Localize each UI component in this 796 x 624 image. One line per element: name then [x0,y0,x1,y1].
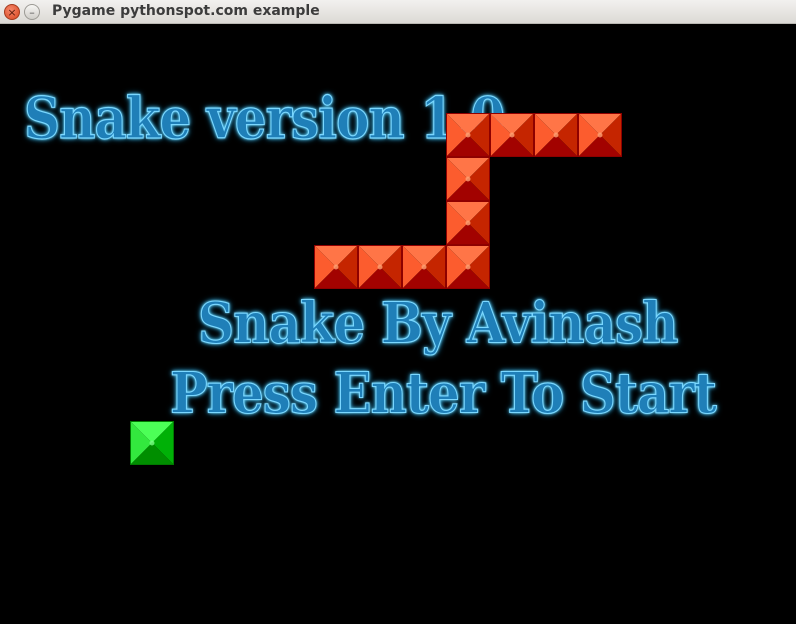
close-icon[interactable]: × [4,4,20,20]
snake-segment [402,245,446,289]
snake-segment [446,245,490,289]
snake-segment [446,113,490,157]
start-prompt: Press Enter To Start [170,359,718,427]
snake-segment [578,113,622,157]
snake-segment [446,201,490,245]
game-window: × – Pygame pythonspot.com example Snake … [0,0,796,624]
snake-segment [534,113,578,157]
game-canvas[interactable]: Snake version 1.0 Snake By Avinash Press… [0,24,796,624]
credit-text: Snake By Avinash [198,289,680,357]
snake-segment [314,245,358,289]
snake-segment [490,113,534,157]
title-bar: × – Pygame pythonspot.com example [0,0,796,24]
minimize-icon[interactable]: – [24,4,40,20]
snake-segment [446,157,490,201]
game-heading: Snake version 1.0 [23,83,505,152]
window-title: Pygame pythonspot.com example [52,3,320,19]
snake-segment [358,245,402,289]
food-block [130,421,174,465]
